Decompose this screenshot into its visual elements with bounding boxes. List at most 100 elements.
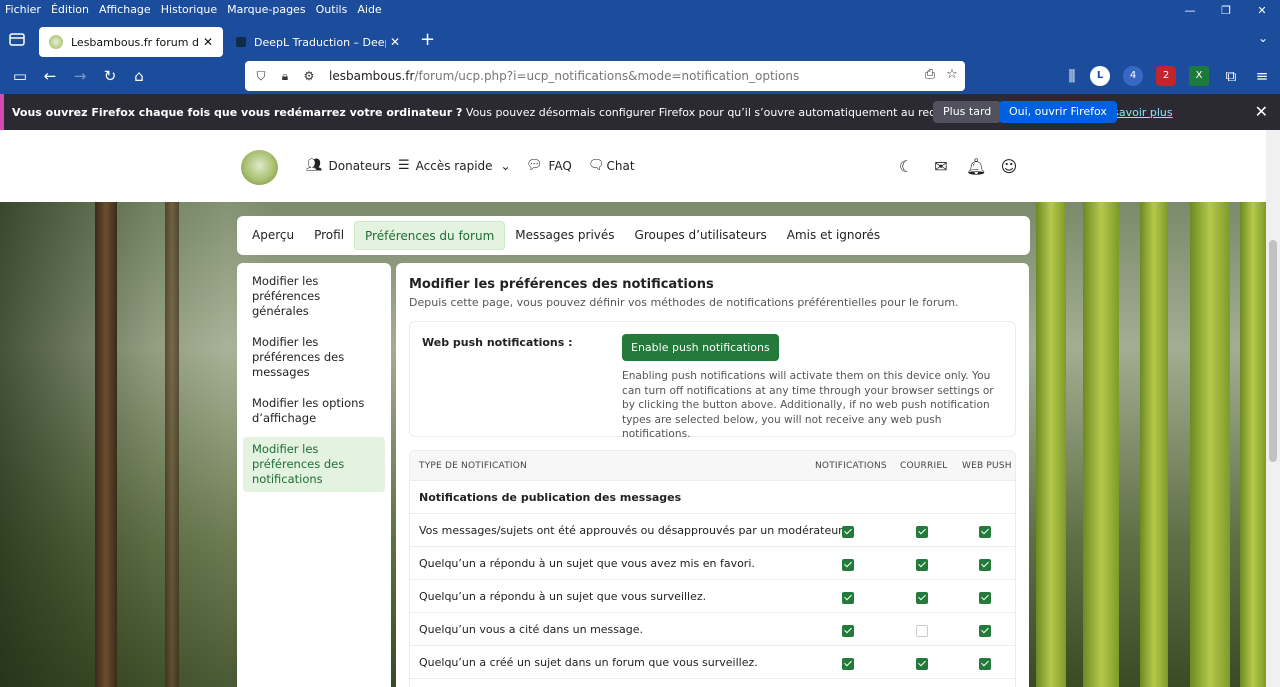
excel-icon[interactable]: X — [1189, 66, 1209, 86]
chevron-down-icon[interactable]: ⌄ — [1258, 31, 1268, 45]
extension-badge-icon[interactable]: 4 — [1123, 66, 1143, 86]
menu-edition[interactable]: Édition — [46, 0, 94, 20]
bamboo-stalk — [1190, 202, 1230, 687]
menu-aide[interactable]: Aide — [352, 0, 386, 20]
nav-faq[interactable]: 💬︎ FAQ — [526, 158, 572, 173]
back-icon[interactable]: ← — [40, 66, 60, 86]
checkbox-email[interactable] — [916, 592, 928, 604]
checkbox-notifications[interactable] — [842, 526, 854, 538]
url-text[interactable]: lesbambous.fr/forum/ucp.php?i=ucp_notifi… — [329, 69, 799, 83]
web-push-box: Web push notifications : Enable push not… — [409, 321, 1016, 440]
menu-fichier[interactable]: Fichier — [0, 0, 46, 20]
adblock-icon[interactable]: 2 — [1156, 66, 1176, 86]
url-host: lesbambous.fr — [329, 69, 415, 83]
home-icon[interactable]: ⌂ — [129, 66, 149, 86]
checkbox-email[interactable] — [916, 526, 928, 538]
tree-trunk — [165, 202, 179, 687]
sidebar-item-display[interactable]: Modifier les options d’affichage — [243, 391, 385, 431]
checkbox-notifications[interactable] — [842, 625, 854, 637]
preferences-sidebar: Modifier les préférences générales Modif… — [237, 263, 391, 687]
later-button[interactable]: Plus tard — [933, 101, 1002, 123]
checkbox-webpush[interactable] — [979, 625, 991, 637]
mail-icon[interactable]: ✉ — [931, 157, 951, 177]
menu-historique[interactable]: Historique — [156, 0, 222, 20]
checkbox-notifications[interactable] — [842, 592, 854, 604]
tab-profile[interactable]: Profil — [304, 221, 354, 250]
checkbox-webpush[interactable] — [979, 658, 991, 670]
checkbox-email[interactable] — [916, 625, 928, 637]
nav-donors[interactable]: 👥︎ Donateurs — [306, 158, 391, 173]
tab-overview[interactable]: Aperçu — [242, 221, 304, 250]
close-window-icon[interactable]: ✕ — [1244, 0, 1280, 22]
menu-bar: Fichier Édition Affichage Historique Mar… — [0, 0, 1280, 20]
notification-type-label: Vos messages/sujets ont été approuvés ou… — [419, 524, 846, 537]
site-header: 👥︎ Donateurs ☰ Accès rapide ⌄ 💬︎ FAQ 🗨︎ Chat … — [0, 130, 1266, 202]
shield-icon[interactable]: ⛉ — [253, 69, 269, 84]
close-tab-icon[interactable]: ✕ — [390, 35, 400, 49]
library-icon[interactable]: ⫼ — [1062, 66, 1082, 86]
bell-icon[interactable]: 🔔︎ — [966, 157, 986, 177]
menu-outils[interactable]: Outils — [311, 0, 353, 20]
nav-donors-label: Donateurs — [328, 158, 391, 173]
tab-friends-foes[interactable]: Amis et ignorés — [777, 221, 890, 250]
notification-type-label: Quelqu’un vous a cité dans un message. — [419, 623, 643, 636]
checkbox-webpush[interactable] — [979, 592, 991, 604]
page-scrollbar[interactable] — [1266, 130, 1280, 687]
sidebar-item-notifications[interactable]: Modifier les préférences des notificatio… — [243, 437, 385, 492]
url-bar[interactable]: ⛉ 🔒︎ ⚙ lesbambous.fr/forum/ucp.php?i=ucp… — [245, 61, 965, 91]
window-controls: — ❐ ✕ — [1172, 0, 1280, 22]
new-tab-icon[interactable]: + — [420, 29, 435, 50]
scrollbar-thumb[interactable] — [1269, 240, 1277, 462]
url-path: /forum/ucp.php?i=ucp_notifications&mode=… — [414, 69, 800, 83]
checkbox-email[interactable] — [916, 658, 928, 670]
open-firefox-button[interactable]: Oui, ouvrir Firefox — [999, 101, 1117, 123]
notification-type-label: Quelqu’un a répondu à un sujet que vous … — [419, 590, 707, 603]
extension-l-icon[interactable]: L — [1090, 66, 1110, 86]
dark-mode-moon-icon[interactable]: ☾ — [896, 157, 916, 177]
checkbox-email[interactable] — [916, 559, 928, 571]
ucp-tabs: Aperçu Profil Préférences du forum Messa… — [237, 216, 1030, 255]
close-banner-icon[interactable]: ✕ — [1255, 102, 1268, 121]
enable-push-button[interactable]: Enable push notifications — [622, 334, 779, 361]
site-logo[interactable] — [241, 150, 278, 185]
reload-icon[interactable]: ↻ — [100, 66, 120, 86]
sidebar-item-general[interactable]: Modifier les préférences générales — [243, 269, 385, 324]
checkbox-notifications[interactable] — [842, 559, 854, 571]
checkbox-notifications[interactable] — [842, 658, 854, 670]
menu-affichage[interactable]: Affichage — [94, 0, 156, 20]
user-avatar-icon[interactable]: ☺ — [999, 157, 1019, 177]
tree-trunk — [95, 202, 117, 687]
restore-icon[interactable]: ❐ — [1208, 0, 1244, 22]
extensions-puzzle-icon[interactable]: ⧉ — [1221, 66, 1241, 86]
tab-private-messages[interactable]: Messages privés — [505, 221, 624, 250]
reader-view-icon[interactable]: ⎙ — [921, 67, 939, 85]
checkbox-webpush[interactable] — [979, 526, 991, 538]
sidebar-toggle-icon[interactable]: ▭ — [10, 66, 30, 86]
table-header: TYPE DE NOTIFICATION NOTIFICATIONS COURR… — [410, 451, 1015, 481]
section-title: Notifications de publication des message… — [419, 491, 682, 504]
close-tab-icon[interactable]: ✕ — [203, 35, 213, 49]
minimize-icon[interactable]: — — [1172, 0, 1208, 22]
bookmark-star-icon[interactable]: ☆ — [943, 67, 961, 85]
nav-chat[interactable]: 🗨︎ Chat — [588, 158, 635, 173]
sidebar-item-messages[interactable]: Modifier les préférences des messages — [243, 330, 385, 385]
tab-title: Lesbambous.fr forum des fous — [71, 35, 199, 49]
web-push-help: Enabling push notifications will activat… — [622, 370, 994, 440]
tab-lesbambous[interactable]: Lesbambous.fr forum des fous ✕ — [39, 27, 223, 57]
tab-user-groups[interactable]: Groupes d’utilisateurs — [625, 221, 777, 250]
hamburger-icon: ☰ — [398, 158, 410, 173]
permissions-icon[interactable]: ⚙ — [301, 69, 317, 83]
menu-icon[interactable]: ≡ — [1252, 66, 1272, 86]
bamboo-stalk — [1140, 202, 1168, 687]
nav-quick-access[interactable]: ☰ Accès rapide ⌄ — [398, 158, 511, 173]
tab-list-icon[interactable] — [8, 30, 26, 48]
page-title: Modifier les préférences des notificatio… — [409, 277, 714, 292]
tab-deepl[interactable]: DeepL Traduction – DeepL Trans ✕ — [226, 27, 410, 57]
bamboo-stalk — [1036, 202, 1066, 687]
forward-icon[interactable]: → — [70, 66, 90, 86]
menu-marque-pages[interactable]: Marque-pages — [222, 0, 310, 20]
bamboo-favicon-icon — [49, 35, 63, 49]
checkbox-webpush[interactable] — [979, 559, 991, 571]
lock-icon[interactable]: 🔒︎ — [277, 69, 293, 84]
tab-forum-preferences[interactable]: Préférences du forum — [354, 221, 506, 250]
